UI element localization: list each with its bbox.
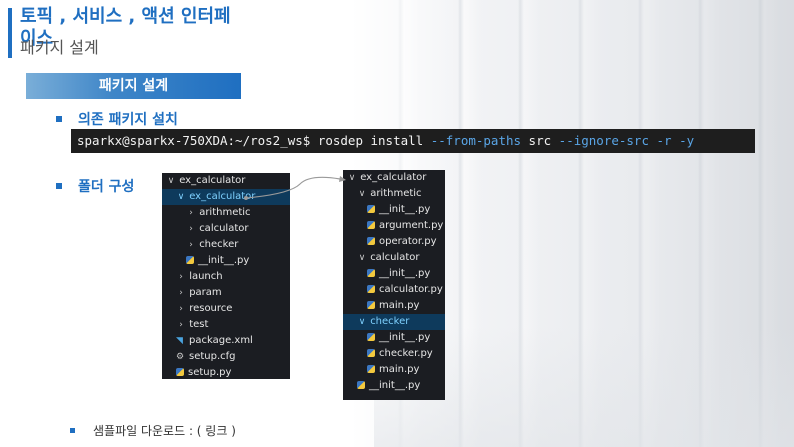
terminal-option-ignore-src: --ignore-src -r -y — [558, 133, 695, 148]
terminal-src: src — [521, 133, 559, 148]
tree-row-label: launch — [189, 271, 223, 282]
tree-row[interactable]: › checker — [162, 237, 290, 253]
tree-row-label: operator.py — [379, 236, 437, 247]
tree-row[interactable]: ∨ arithmetic — [343, 186, 445, 202]
tree-row[interactable]: ∨ ex_calculator — [343, 170, 445, 186]
tree-row[interactable]: setup.py — [162, 365, 290, 381]
tree-row[interactable]: › test — [162, 317, 290, 333]
download-link-text[interactable]: 샘플파일 다운로드 : ( 링크 ) — [93, 422, 236, 439]
python-file-icon — [367, 269, 375, 277]
tree-row[interactable]: calculator.py — [343, 282, 445, 298]
python-file-icon — [367, 205, 375, 213]
tree-row-label: calculator — [370, 252, 420, 263]
tree-row-label: __init__.py — [379, 332, 431, 343]
python-file-icon — [367, 365, 375, 373]
tree-row-label: __init__.py — [379, 204, 431, 215]
tree-row[interactable]: ◥ package.xml — [162, 333, 290, 349]
python-file-icon — [367, 237, 375, 245]
tree-row-label: main.py — [379, 364, 420, 375]
tree-row-label: package.xml — [189, 335, 253, 346]
chevron-right-icon[interactable]: › — [176, 301, 186, 317]
xml-file-icon: ◥ — [176, 336, 183, 346]
python-file-icon — [367, 301, 375, 309]
footer-bullet-marker — [70, 428, 75, 433]
chevron-right-icon[interactable]: › — [186, 237, 196, 253]
chevron-right-icon[interactable]: › — [176, 317, 186, 333]
tree-row-label: param — [189, 287, 222, 298]
terminal-option-from-paths: --from-paths — [430, 133, 522, 148]
tree-row-label: setup.cfg — [189, 351, 236, 362]
tree-row-label: checker — [370, 316, 410, 327]
tree-row[interactable]: operator.py — [343, 234, 445, 250]
tree-row-label: calculator — [199, 223, 249, 234]
tree-row-label: argument.py — [379, 220, 444, 231]
arrow-connector — [244, 176, 346, 200]
bullet-deps: 의존 패키지 설치 — [78, 112, 178, 128]
python-file-icon — [367, 221, 375, 229]
chevron-right-icon[interactable]: › — [186, 221, 196, 237]
tree-row[interactable]: __init__.py — [343, 202, 445, 218]
tree-row[interactable]: main.py — [343, 362, 445, 378]
title-accent-bar — [8, 8, 12, 58]
tree-row-label: setup.py — [188, 367, 232, 378]
chevron-right-icon[interactable]: › — [176, 269, 186, 285]
chevron-down-icon[interactable]: ∨ — [176, 189, 186, 205]
chevron-right-icon[interactable]: › — [186, 205, 196, 221]
tree-row-label: main.py — [379, 300, 420, 311]
tree-row-label: resource — [189, 303, 233, 314]
tree-row[interactable]: › param — [162, 285, 290, 301]
chevron-down-icon[interactable]: ∨ — [357, 314, 367, 330]
tree-row-label: arithmetic — [370, 188, 422, 199]
tree-row[interactable]: __init__.py — [343, 266, 445, 282]
slide-subtitle: 패키지 설계 — [20, 38, 99, 57]
tree-row[interactable]: __init__.py — [162, 253, 290, 269]
chevron-down-icon[interactable]: ∨ — [357, 186, 367, 202]
tree-row-label: ex_calculator — [360, 172, 427, 183]
tree-row[interactable]: main.py — [343, 298, 445, 314]
tree-row-label: test — [189, 319, 209, 330]
bullet-marker — [56, 183, 62, 189]
tree-row[interactable]: › resource — [162, 301, 290, 317]
tree-row[interactable]: argument.py — [343, 218, 445, 234]
bullet-marker — [56, 116, 62, 122]
tree-row-label: __init__.py — [379, 268, 431, 279]
terminal-command: sparkx@sparkx-750XDA:~/ros2_ws$ rosdep i… — [71, 129, 755, 153]
tree-row[interactable]: › calculator — [162, 221, 290, 237]
python-file-icon — [367, 333, 375, 341]
python-file-icon — [357, 381, 365, 389]
terminal-prompt: sparkx@sparkx-750XDA:~/ros2_ws$ rosdep i… — [77, 133, 431, 148]
python-file-icon — [176, 368, 184, 376]
tree-row[interactable]: __init__.py — [343, 378, 445, 394]
python-file-icon — [367, 349, 375, 357]
tree-row[interactable]: ⚙ setup.cfg — [162, 349, 290, 365]
chevron-down-icon[interactable]: ∨ — [166, 173, 176, 189]
file-tree-after: ∨ ex_calculator ∨ arithmetic __init__.py ar… — [343, 170, 445, 400]
tree-row[interactable]: ∨ checker — [343, 314, 445, 330]
gear-icon: ⚙ — [176, 352, 185, 362]
tree-row-label: calculator.py — [379, 284, 443, 295]
chevron-right-icon[interactable]: › — [176, 285, 186, 301]
tree-row-label: ex_calculator — [179, 175, 246, 186]
tree-row[interactable]: ∨ calculator — [343, 250, 445, 266]
chevron-down-icon[interactable]: ∨ — [357, 250, 367, 266]
tree-row-label: __init__.py — [369, 380, 421, 391]
section-banner: 패키지 설계 — [26, 73, 241, 99]
python-file-icon — [367, 285, 375, 293]
tree-row-label: __init__.py — [198, 255, 250, 266]
tree-row[interactable]: __init__.py — [343, 330, 445, 346]
tree-row[interactable]: › launch — [162, 269, 290, 285]
bullet-folder: 폴더 구성 — [78, 179, 135, 195]
python-file-icon — [186, 256, 194, 264]
tree-row-label: checker — [199, 239, 239, 250]
tree-row-label: checker.py — [379, 348, 433, 359]
tree-row[interactable]: checker.py — [343, 346, 445, 362]
